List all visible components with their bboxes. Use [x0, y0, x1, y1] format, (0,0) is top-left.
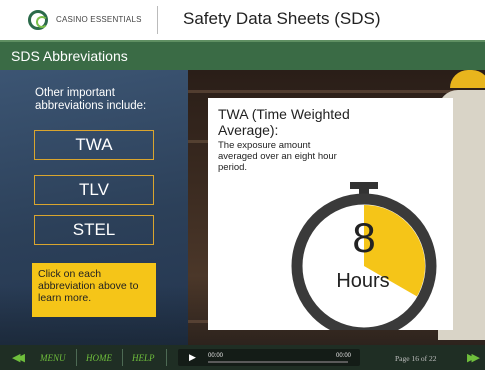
twa-button[interactable]: TWA [34, 130, 154, 160]
background-shelf [188, 90, 485, 93]
timer-unit: Hours [336, 270, 390, 292]
section-header: SDS Abbreviations [0, 40, 485, 70]
tlv-button[interactable]: TLV [34, 175, 154, 205]
brand-name: CASINO ESSENTIALS [56, 15, 142, 24]
player-bar: ◀◀ MENU HOME HELP ▶ 00:00 00:00 Page 16 … [0, 345, 485, 370]
top-header: CASINO ESSENTIALS Safety Data Sheets (SD… [0, 0, 485, 40]
page-indicator: Page 16 of 22 [395, 354, 437, 363]
page-title: Safety Data Sheets (SDS) [183, 9, 381, 28]
header-divider [157, 6, 158, 34]
timer-value: 8 [352, 214, 376, 261]
media-player: ▶ 00:00 00:00 [178, 349, 360, 366]
menu-link[interactable]: MENU [40, 353, 66, 363]
hardhat-icon [450, 70, 485, 88]
instruction-callout: Click on each abbreviation above to lear… [32, 263, 156, 317]
stopwatch-icon [291, 182, 437, 330]
time-elapsed: 00:00 [208, 353, 224, 359]
previous-arrow-icon[interactable]: ◀◀ [12, 351, 25, 364]
next-arrow-icon[interactable]: ▶▶ [467, 351, 480, 364]
left-panel: Other important abbreviations include: T… [0, 70, 188, 345]
progress-scrubber[interactable] [208, 361, 348, 363]
section-title: SDS Abbreviations [11, 48, 128, 64]
nav-separator [166, 349, 167, 366]
play-icon[interactable]: ▶ [189, 352, 196, 363]
home-link[interactable]: HOME [86, 353, 112, 363]
intro-text: Other important abbreviations include: [35, 87, 147, 112]
stopwatch-crown [350, 182, 378, 189]
scene-panel: TWA (Time Weighted Average): The exposur… [188, 70, 485, 345]
nav-separator [122, 349, 123, 366]
brand-logo-icon [28, 10, 48, 30]
definition-card: TWA (Time Weighted Average): The exposur… [208, 98, 453, 330]
help-link[interactable]: HELP [132, 353, 155, 363]
nav-separator [76, 349, 77, 366]
time-total: 00:00 [336, 353, 352, 359]
stel-button[interactable]: STEL [34, 215, 154, 245]
